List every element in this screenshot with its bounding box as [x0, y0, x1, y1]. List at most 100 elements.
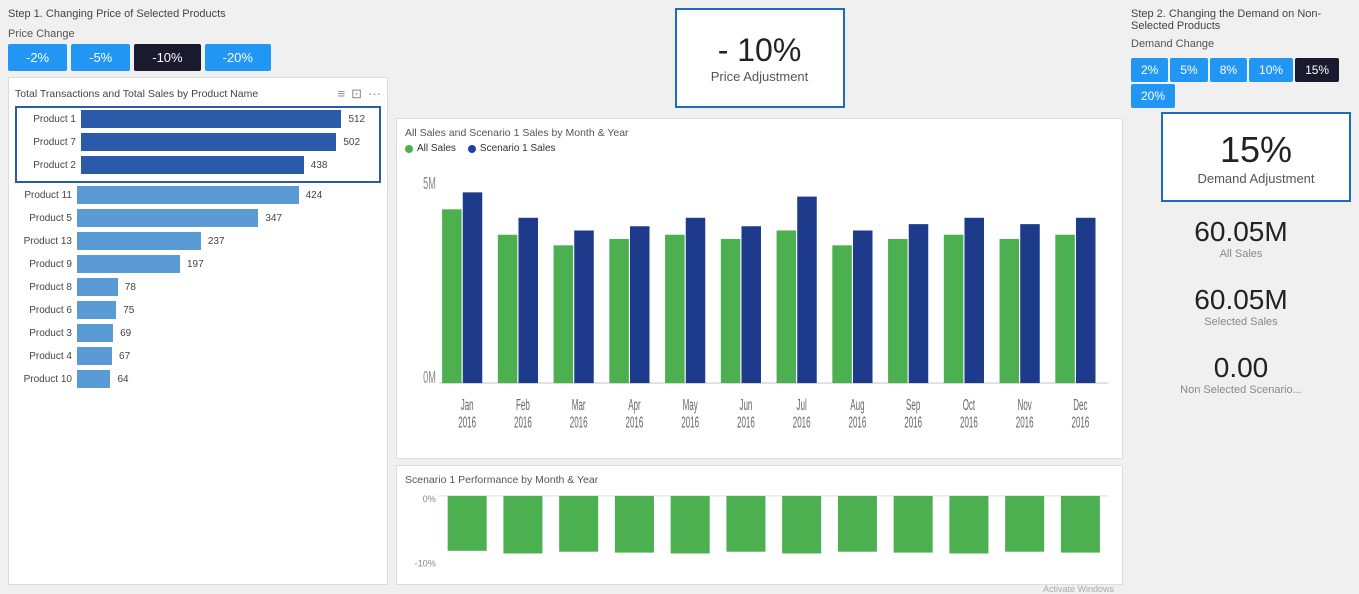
- price-btn--10%[interactable]: -10%: [134, 44, 200, 71]
- demand-change-label: Demand Change: [1131, 38, 1351, 50]
- selected-products-border: Product 1512Product 7502Product 2438: [15, 106, 381, 183]
- bar-value: 64: [117, 374, 128, 385]
- bar-label: Product 6: [15, 305, 77, 316]
- non-selected-value: 0.00: [1131, 352, 1351, 384]
- price-btn--2%[interactable]: -2%: [8, 44, 67, 71]
- non-selected-block: 0.00 Non Selected Scenario...: [1131, 342, 1351, 406]
- right-panel: Step 2. Changing the Demand on Non-Selec…: [1131, 8, 1351, 585]
- bar-value: 237: [208, 236, 225, 247]
- svg-text:Nov: Nov: [1018, 396, 1033, 414]
- bar-row-product-3[interactable]: Product 3 69: [15, 324, 381, 342]
- bar-fill: [81, 133, 336, 151]
- bar-value: 502: [343, 137, 360, 148]
- chart-header: Total Transactions and Total Sales by Pr…: [15, 86, 381, 102]
- svg-text:Jul: Jul: [797, 396, 807, 414]
- price-adj-box: - 10% Price Adjustment: [675, 8, 845, 108]
- svg-text:Jan: Jan: [461, 396, 474, 414]
- bar-track: 69: [77, 324, 381, 342]
- price-btn--5%[interactable]: -5%: [71, 44, 130, 71]
- bar-track: 75: [77, 301, 381, 319]
- legend-dot: [405, 145, 413, 153]
- bar-fill: [77, 209, 258, 227]
- step2-label: Step 2. Changing the Demand on Non-Selec…: [1131, 8, 1351, 32]
- bar-value: 69: [120, 328, 131, 339]
- bar-row-product-7[interactable]: Product 7 502: [19, 133, 377, 151]
- menu-icon[interactable]: ≡: [338, 86, 346, 102]
- bar-track: 502: [81, 133, 377, 151]
- bar-fill: [77, 347, 112, 365]
- legend-label: All Sales: [417, 143, 456, 154]
- svg-text:Sep: Sep: [906, 396, 920, 414]
- legend-item: All Sales: [405, 143, 456, 154]
- bar-row-product-13[interactable]: Product 13237: [15, 232, 381, 250]
- demand-adj-label: Demand Adjustment: [1197, 171, 1314, 186]
- demand-btn-20%[interactable]: 20%: [1131, 84, 1175, 108]
- svg-text:-10%: -10%: [415, 559, 436, 569]
- bar-track: 438: [81, 156, 377, 174]
- main-container: Step 1. Changing Price of Selected Produ…: [0, 0, 1359, 593]
- bar-label: Product 1: [19, 114, 81, 125]
- demand-btn-15%[interactable]: 15%: [1295, 58, 1339, 82]
- bar-fill: [81, 156, 304, 174]
- bar-fill: [77, 232, 201, 250]
- bar-row-product-11[interactable]: Product 11424: [15, 186, 381, 204]
- svg-text:Feb: Feb: [516, 396, 530, 414]
- svg-text:5M: 5M: [423, 174, 436, 194]
- step1-label: Step 1. Changing Price of Selected Produ…: [8, 8, 388, 20]
- svg-text:Mar: Mar: [572, 396, 586, 414]
- bar-track: 237: [77, 232, 381, 250]
- bar-label: Product 7: [19, 137, 81, 148]
- more-icon[interactable]: ···: [368, 86, 381, 102]
- bar-label: Product 8: [15, 282, 77, 293]
- bar-fill: [77, 301, 116, 319]
- bar-fill: [77, 255, 180, 273]
- svg-text:2016: 2016: [626, 414, 644, 432]
- svg-text:Apr: Apr: [628, 396, 640, 414]
- bar-row-product-5[interactable]: Product 5347: [15, 209, 381, 227]
- svg-text:2016: 2016: [514, 414, 532, 432]
- bar-chart-area: Product 1512Product 7502Product 2438Prod…: [15, 106, 381, 580]
- line-chart-svg-area: 5M0M2016Jan2016Feb2016Mar2016Apr2016May2…: [405, 160, 1114, 450]
- svg-text:2016: 2016: [1072, 414, 1090, 432]
- line-chart-legend: All SalesScenario 1 Sales: [405, 143, 1114, 154]
- price-button-row: -2%-5%-10%-20%: [8, 44, 388, 71]
- bar-label: Product 11: [15, 190, 77, 201]
- demand-btn-10%[interactable]: 10%: [1249, 58, 1293, 82]
- expand-icon[interactable]: ⊡: [351, 86, 362, 102]
- bar-row-product-4[interactable]: Product 467: [15, 347, 381, 365]
- svg-text:2016: 2016: [681, 414, 699, 432]
- bar-row-product-1[interactable]: Product 1512: [19, 110, 377, 128]
- svg-text:0%: 0%: [423, 494, 436, 504]
- bar-label: Product 4: [15, 351, 77, 362]
- demand-btn-8%[interactable]: 8%: [1210, 58, 1247, 82]
- chart-icons: ≡ ⊡ ···: [338, 86, 382, 102]
- bar-row-product-2[interactable]: Product 2438: [19, 156, 377, 174]
- price-adj-value: - 10%: [718, 32, 802, 69]
- bar-row-product-10[interactable]: Product 10 64: [15, 370, 381, 388]
- bar-label: Product 3: [15, 328, 77, 339]
- selected-sales-block: 60.05M Selected Sales: [1131, 274, 1351, 338]
- svg-text:Aug: Aug: [850, 396, 864, 414]
- bar-row-product-6[interactable]: Product 675: [15, 301, 381, 319]
- bar-value: 197: [187, 259, 204, 270]
- svg-text:2016: 2016: [458, 414, 476, 432]
- bar-fill: [77, 278, 118, 296]
- svg-text:2016: 2016: [737, 414, 755, 432]
- bar-track: 347: [77, 209, 381, 227]
- line-chart-section: All Sales and Scenario 1 Sales by Month …: [396, 118, 1123, 459]
- demand-btn-2%[interactable]: 2%: [1131, 58, 1168, 82]
- bar-fill: [77, 370, 110, 388]
- price-btn--20%[interactable]: -20%: [205, 44, 271, 71]
- bar-track: 512: [81, 110, 377, 128]
- legend-dot: [468, 145, 476, 153]
- step2-header: Demand Change 2%5%8%10%15% 20%: [1131, 38, 1351, 108]
- bar-row-product-8[interactable]: Product 878: [15, 278, 381, 296]
- scenario-section: Scenario 1 Performance by Month & Year 0…: [396, 465, 1123, 585]
- bar-fill: [77, 186, 299, 204]
- bar-row-product-9[interactable]: Product 9197: [15, 255, 381, 273]
- bar-fill: [77, 324, 113, 342]
- left-panel: Step 1. Changing Price of Selected Produ…: [8, 8, 388, 585]
- demand-btn-5%[interactable]: 5%: [1170, 58, 1207, 82]
- bar-label: Product 10: [15, 374, 77, 385]
- bar-track: 197: [77, 255, 381, 273]
